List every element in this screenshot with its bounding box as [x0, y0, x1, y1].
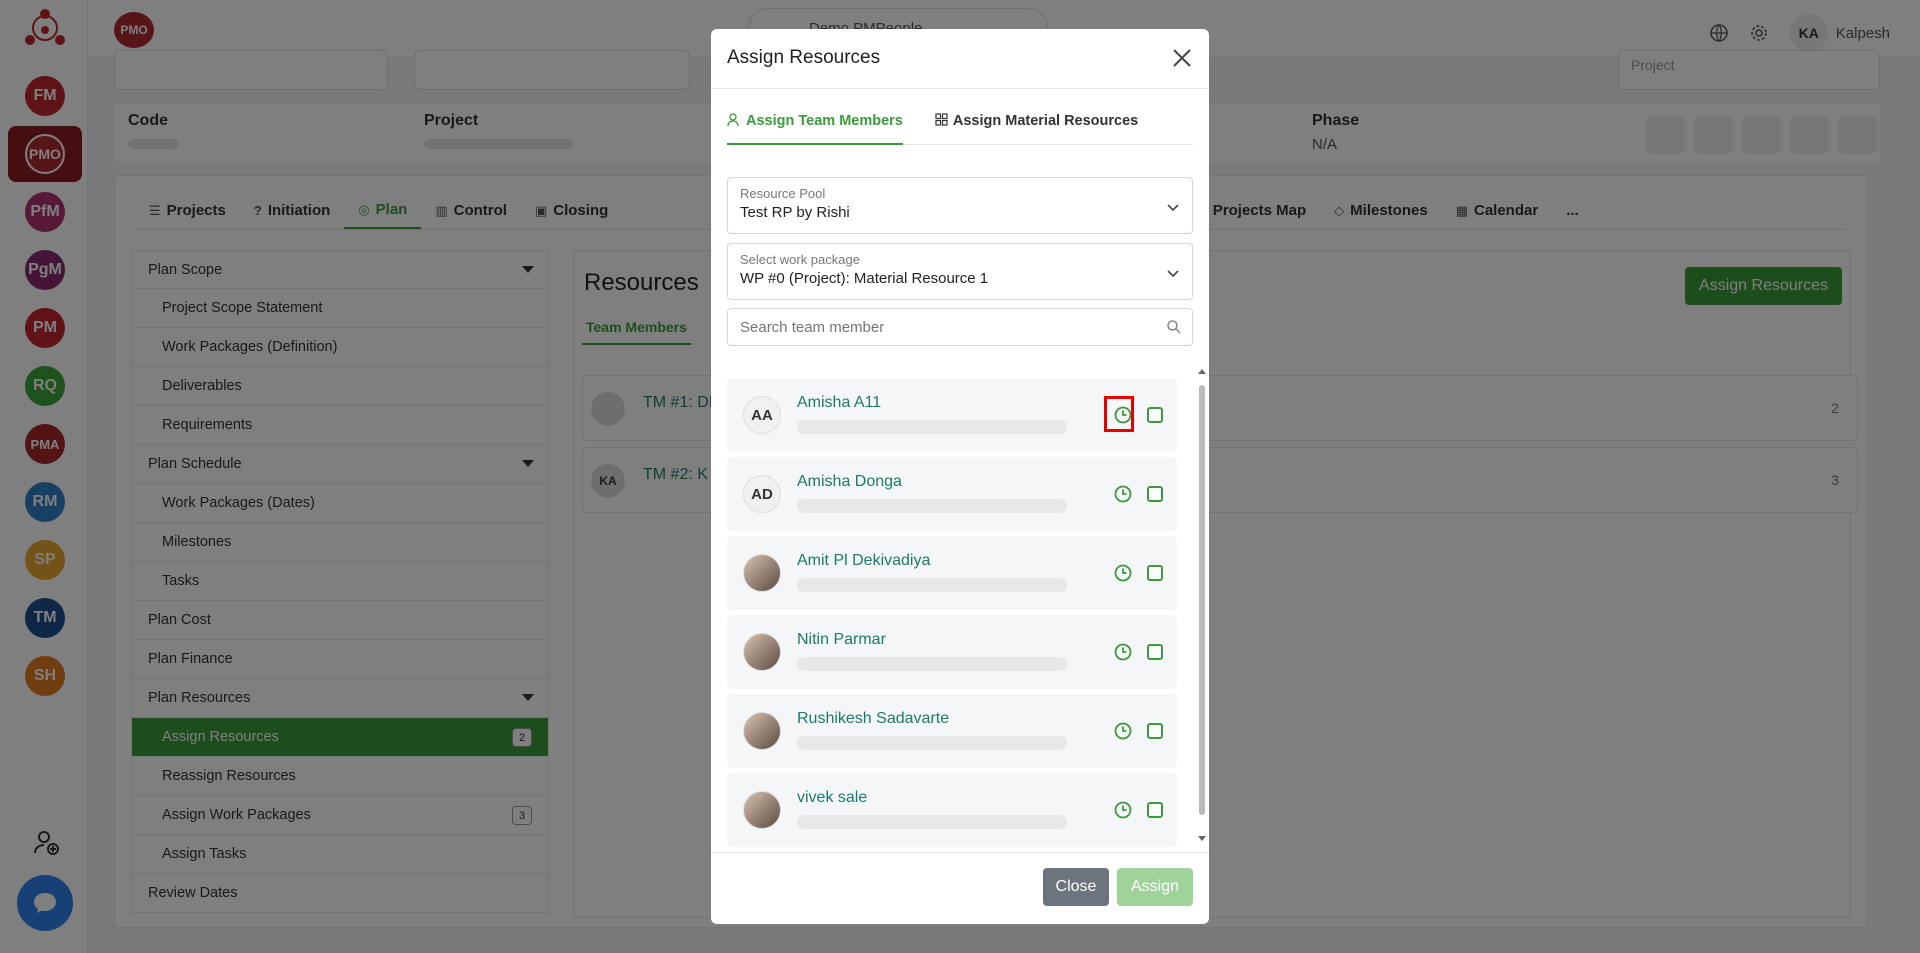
member-checkbox[interactable]	[1147, 802, 1163, 818]
member-name: Amisha Donga	[797, 473, 902, 490]
scroll-up-icon[interactable]	[1198, 369, 1206, 374]
search-input[interactable]	[728, 309, 1128, 345]
member-name: Nitin Parmar	[797, 631, 886, 648]
member-checkbox[interactable]	[1147, 486, 1163, 502]
avatar	[743, 791, 781, 829]
list-item: Nitin Parmar	[727, 615, 1177, 689]
avatar	[743, 712, 781, 750]
close-button[interactable]: Close	[1043, 868, 1109, 906]
member-detail	[797, 499, 1067, 513]
member-detail	[797, 578, 1067, 592]
highlight-box	[1104, 396, 1134, 432]
field-value: WP #0 (Project): Material Resource 1	[740, 270, 989, 287]
modal-title: Assign Resources	[727, 47, 881, 68]
member-checkbox[interactable]	[1147, 565, 1163, 581]
list-item: Rushikesh Sadavarte	[727, 694, 1177, 768]
member-checkbox[interactable]	[1147, 723, 1163, 739]
search-icon	[1167, 320, 1181, 334]
chevron-down-icon	[1167, 270, 1179, 278]
clock-icon[interactable]	[1114, 564, 1132, 582]
scrollbar-thumb[interactable]	[1199, 385, 1205, 815]
work-package-select[interactable]: Select work package WP #0 (Project): Mat…	[727, 243, 1193, 300]
member-detail	[797, 420, 1067, 434]
member-name: Rushikesh Sadavarte	[797, 710, 950, 727]
clock-icon[interactable]	[1114, 722, 1132, 740]
tab-assign-material-resources[interactable]: Assign Material Resources	[935, 107, 1138, 145]
member-detail	[797, 736, 1067, 750]
clock-icon[interactable]	[1114, 485, 1132, 503]
team-member-list: AA Amisha A11 AD Amisha Donga Amit Pl De…	[727, 378, 1177, 847]
modal-tabs: Assign Team Members Assign Material Reso…	[727, 107, 1193, 145]
field-value: Test RP by Rishi	[740, 204, 850, 221]
member-name: vivek sale	[797, 789, 868, 806]
tab-label: Assign Material Resources	[952, 113, 1139, 129]
list-item: vivek sale	[727, 773, 1177, 847]
scroll-down-icon[interactable]	[1198, 836, 1206, 841]
list-scrollbar[interactable]	[1197, 365, 1207, 845]
avatar	[743, 633, 781, 671]
team-icon	[727, 113, 739, 127]
avatar: AD	[743, 475, 781, 513]
chevron-down-icon	[1167, 204, 1179, 212]
member-checkbox[interactable]	[1147, 644, 1163, 660]
assign-button[interactable]: Assign	[1117, 868, 1193, 906]
modal-footer: Close Assign	[711, 852, 1209, 924]
list-item: Amit Pl Dekivadiya	[727, 536, 1177, 610]
field-label: Resource Pool	[740, 186, 826, 201]
clock-icon[interactable]	[1114, 643, 1132, 661]
member-name: Amisha A11	[797, 394, 882, 411]
close-icon[interactable]	[1169, 45, 1195, 71]
modal-header: Assign Resources	[711, 29, 1209, 89]
grid-icon	[935, 113, 948, 126]
member-detail	[797, 657, 1067, 671]
clock-icon[interactable]	[1114, 801, 1132, 819]
tab-assign-team-members[interactable]: Assign Team Members	[727, 107, 903, 145]
tab-label: Assign Team Members	[746, 113, 903, 129]
assign-resources-modal: Assign Resources Assign Team Members Ass…	[711, 29, 1209, 924]
resource-pool-select[interactable]: Resource Pool Test RP by Rishi	[727, 177, 1193, 234]
member-checkbox[interactable]	[1147, 407, 1163, 423]
member-name: Amit Pl Dekivadiya	[797, 552, 931, 569]
list-item: AA Amisha A11	[727, 378, 1177, 452]
field-label: Select work package	[740, 252, 860, 267]
avatar: AA	[743, 396, 781, 434]
member-search	[727, 308, 1193, 346]
member-detail	[797, 815, 1067, 829]
list-item: AD Amisha Donga	[727, 457, 1177, 531]
avatar	[743, 554, 781, 592]
